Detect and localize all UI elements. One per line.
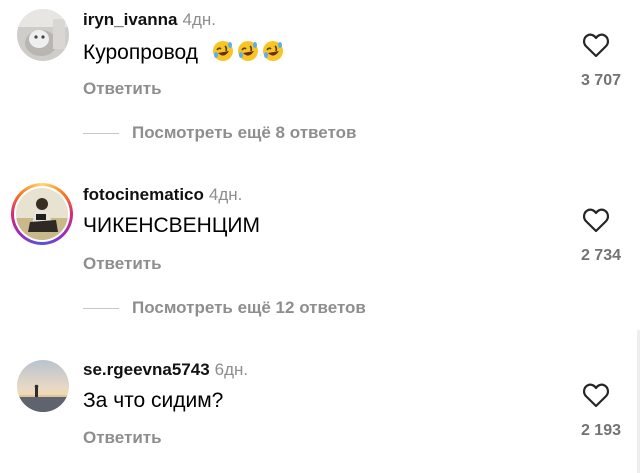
comment-item: fotocinematico 4дн. ЧИКЕНСВЕНЦИМ Ответить…	[0, 175, 640, 318]
reply-button[interactable]: Ответить	[83, 254, 162, 274]
heart-outline-icon[interactable]	[582, 382, 610, 408]
comment-text: Куропровод	[83, 40, 284, 66]
timestamp: 4дн.	[182, 10, 217, 29]
avatar[interactable]	[11, 183, 73, 245]
avatar[interactable]	[17, 360, 69, 412]
timestamp: 6дн.	[214, 360, 249, 379]
comment-meta: fotocinematico 4дн.	[83, 185, 242, 205]
username[interactable]: fotocinematico	[83, 185, 204, 204]
avatar-image-cat	[17, 9, 69, 61]
avatar-story-ring	[14, 186, 70, 242]
avatar-image-sunset	[17, 360, 69, 412]
rolling-laughing-emoji-icon	[237, 40, 259, 62]
comment-item: se.rgeevna5743 6дн. За что сидим? Ответит…	[0, 350, 640, 473]
comment-text: За что сидим?	[83, 389, 224, 412]
rolling-laughing-emoji-icon	[262, 40, 284, 62]
comments-page: iryn_ivanna 4дн. Куропровод Ответить 3 70…	[0, 0, 640, 473]
timestamp: 4дн.	[208, 185, 243, 204]
reply-button[interactable]: Ответить	[83, 428, 162, 448]
view-more-replies[interactable]: Посмотреть ещё 8 ответов	[83, 123, 356, 143]
like-count: 3 707	[580, 72, 621, 89]
view-more-label: Посмотреть ещё 12 ответов	[132, 298, 366, 317]
comment-meta: se.rgeevna5743 6дн.	[83, 360, 248, 380]
like-count: 2 734	[580, 247, 621, 264]
view-more-divider	[83, 307, 119, 309]
view-more-divider	[83, 132, 119, 134]
comment-text-body: Куропровод	[83, 41, 198, 64]
rolling-laughing-emoji-icon	[212, 40, 234, 62]
view-more-label: Посмотреть ещё 8 ответов	[132, 123, 357, 142]
avatar[interactable]	[17, 9, 69, 61]
view-more-replies[interactable]: Посмотреть ещё 12 ответов	[83, 298, 366, 318]
avatar-image-photo	[16, 188, 68, 240]
heart-outline-icon[interactable]	[582, 207, 610, 233]
username[interactable]: se.rgeevna5743	[83, 360, 210, 379]
heart-outline-icon[interactable]	[582, 32, 610, 58]
comment-text: ЧИКЕНСВЕНЦИМ	[83, 214, 260, 237]
like-count: 2 193	[580, 422, 621, 439]
reply-button[interactable]: Ответить	[83, 79, 162, 99]
comment-meta: iryn_ivanna 4дн.	[83, 10, 216, 30]
comment-item: iryn_ivanna 4дн. Куропровод Ответить 3 70…	[0, 0, 640, 143]
username[interactable]: iryn_ivanna	[83, 10, 178, 29]
